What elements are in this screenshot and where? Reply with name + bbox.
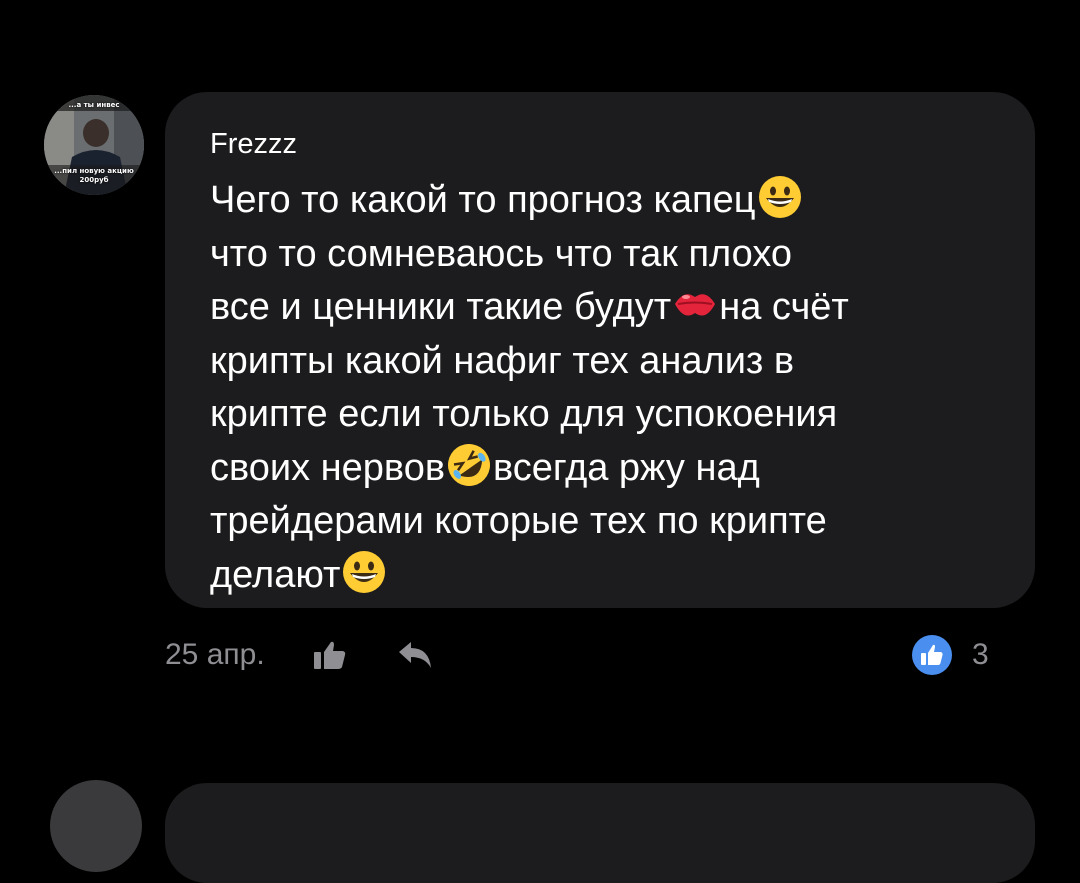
message-segment: всегда ржу над bbox=[493, 446, 760, 489]
author-avatar[interactable]: ...а ты инвес ...пил новую акцию 200руб bbox=[44, 95, 144, 195]
message-segment: что то сомневаюсь что так плохо bbox=[210, 232, 793, 275]
message-segment: делают bbox=[210, 553, 341, 596]
avatar-caption-price: 200руб bbox=[79, 176, 109, 184]
message-segment: все и ценники такие будут bbox=[210, 286, 672, 328]
comment-date: 25 апр. bbox=[165, 638, 265, 671]
kiss-mark-emoji-icon bbox=[675, 294, 716, 316]
avatar-caption-bottom: ...пил новую акцию bbox=[54, 167, 134, 175]
avatar-caption-top: ...а ты инвес bbox=[68, 101, 120, 109]
reaction-count: 3 bbox=[972, 638, 989, 671]
comment-bubble[interactable]: Frezzz Чего то какой то прогноз капец чт… bbox=[165, 92, 1035, 608]
message-segment: крипты какой нафиг тех анализ в bbox=[210, 339, 795, 382]
comment-actions: 25 апр. 3 bbox=[165, 630, 995, 680]
reaction-badge[interactable] bbox=[912, 635, 952, 675]
message-segment: трейдерами которые тех по крипте bbox=[210, 500, 827, 542]
message-segment: Чего то какой то прогноз капец bbox=[210, 179, 756, 221]
message-segment: на счёт bbox=[719, 286, 849, 328]
next-comment-bubble[interactable] bbox=[165, 783, 1035, 883]
grinning-face-emoji-icon bbox=[758, 176, 801, 218]
next-comment-avatar[interactable] bbox=[50, 780, 142, 872]
like-icon[interactable] bbox=[313, 640, 347, 670]
thumbs-up-icon bbox=[921, 644, 943, 665]
grinning-face-emoji-icon bbox=[343, 550, 386, 593]
rolling-on-floor-laughing-emoji-icon bbox=[448, 443, 491, 486]
reply-icon[interactable] bbox=[397, 640, 435, 670]
comment-text: Чего то какой то прогноз капец что то со… bbox=[210, 174, 990, 602]
comment-author[interactable]: Frezzz bbox=[210, 128, 297, 161]
message-segment: крипте если только для успокоения bbox=[210, 393, 838, 435]
message-segment: своих нервов bbox=[210, 446, 446, 489]
